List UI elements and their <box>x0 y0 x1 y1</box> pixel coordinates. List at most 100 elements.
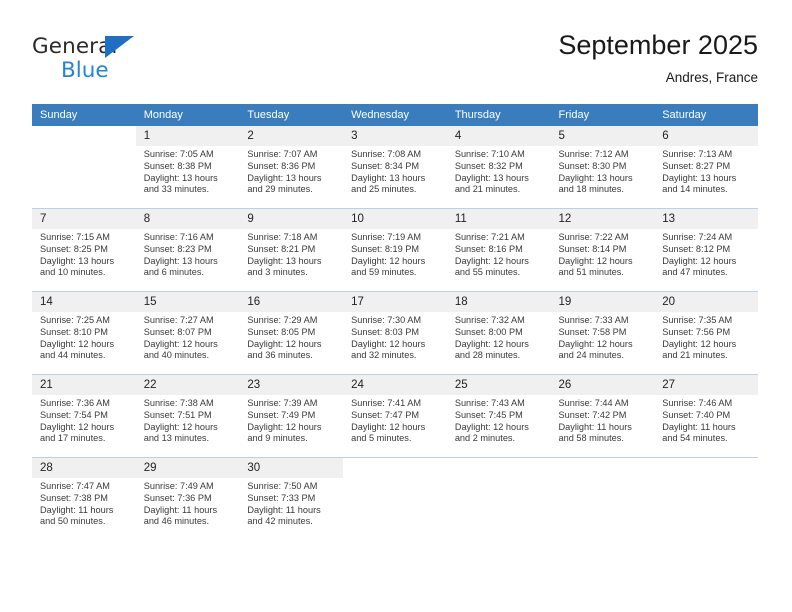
calendar-day-cell[interactable]: 12 Sunrise: 7:22 AM Sunset: 8:14 PM Dayligh… <box>550 208 655 292</box>
sunset-text: Sunset: 7:38 PM <box>40 492 108 503</box>
day-number: 19 <box>550 292 655 312</box>
calendar-day-cell[interactable]: 1 Sunrise: 7:05 AM Sunset: 8:38 PM Daylight… <box>135 126 240 209</box>
day-number: 28 <box>32 458 136 478</box>
daylight-text-line1: Daylight: 12 hours <box>40 421 115 432</box>
calendar-day-cell[interactable]: 3 Sunrise: 7:08 AM Sunset: 8:34 PM Daylight… <box>343 126 447 209</box>
day-cell-inner: 2 Sunrise: 7:07 AM Sunset: 8:36 PM Daylight… <box>239 126 344 208</box>
daylight-text-line2: and 47 minutes. <box>662 267 728 278</box>
daylight-text-line2: and 5 minutes. <box>351 433 412 444</box>
sunrise-text: Sunrise: 7:32 AM <box>454 315 525 325</box>
sunset-text: Sunset: 8:16 PM <box>454 243 523 254</box>
sunset-text: Sunset: 7:58 PM <box>558 326 627 337</box>
day-cell-inner: 17 Sunrise: 7:30 AM Sunset: 8:03 PM Dayligh… <box>343 292 447 374</box>
weekday-header-monday: Monday <box>135 104 240 126</box>
day-cell-inner: 28 Sunrise: 7:47 AM Sunset: 7:38 PM Dayligh… <box>32 458 136 540</box>
calendar-day-cell[interactable]: 14 Sunrise: 7:25 AM Sunset: 8:10 PM Dayligh… <box>32 291 136 375</box>
calendar-day-cell[interactable]: 9 Sunrise: 7:18 AM Sunset: 8:21 PM Daylight… <box>239 208 344 292</box>
calendar-day-cell[interactable]: 8 Sunrise: 7:16 AM Sunset: 8:23 PM Daylight… <box>135 208 240 292</box>
daylight-text-line2: and 13 minutes. <box>143 433 210 444</box>
day-number <box>550 458 655 478</box>
sunrise-text: Sunrise: 7:12 AM <box>558 149 629 159</box>
sunset-text: Sunset: 7:42 PM <box>558 409 627 420</box>
day-cell-inner: 7 Sunrise: 7:15 AM Sunset: 8:25 PM Daylight… <box>32 209 136 291</box>
calendar-day-cell[interactable]: 11 Sunrise: 7:21 AM Sunset: 8:16 PM Dayligh… <box>446 208 551 292</box>
daylight-text-line2: and 25 minutes. <box>351 184 417 195</box>
daylight-text-line1: Daylight: 13 hours <box>247 172 322 183</box>
calendar-day-cell[interactable]: 7 Sunrise: 7:15 AM Sunset: 8:25 PM Daylight… <box>32 208 136 292</box>
calendar-day-cell[interactable]: 15 Sunrise: 7:27 AM Sunset: 8:07 PM Dayligh… <box>135 291 240 375</box>
calendar-day-cell[interactable]: 4 Sunrise: 7:10 AM Sunset: 8:32 PM Daylight… <box>446 126 551 209</box>
daylight-text-line2: and 21 minutes. <box>454 184 521 195</box>
calendar-day-cell[interactable]: 21 Sunrise: 7:36 AM Sunset: 7:54 PM Dayligh… <box>32 374 136 458</box>
calendar-day-cell[interactable]: 16 Sunrise: 7:29 AM Sunset: 8:05 PM Dayligh… <box>239 291 344 375</box>
sunrise-text: Sunrise: 7:50 AM <box>247 481 318 491</box>
calendar-day-cell[interactable]: 28 Sunrise: 7:47 AM Sunset: 7:38 PM Dayligh… <box>32 457 136 540</box>
calendar-day-cell[interactable]: 10 Sunrise: 7:19 AM Sunset: 8:19 PM Dayligh… <box>343 208 447 292</box>
calendar-day-cell[interactable]: 30 Sunrise: 7:50 AM Sunset: 7:33 PM Dayligh… <box>239 457 344 540</box>
calendar-day-cell[interactable]: 23 Sunrise: 7:39 AM Sunset: 7:49 PM Dayligh… <box>239 374 344 458</box>
sunrise-text: Sunrise: 7:43 AM <box>454 398 525 408</box>
day-details: Sunrise: 7:19 AM Sunset: 8:19 PM Daylight:… <box>343 229 447 279</box>
calendar-cell-empty <box>550 457 655 540</box>
sunrise-text: Sunrise: 7:13 AM <box>662 149 733 159</box>
daylight-text-line2: and 9 minutes. <box>247 433 308 444</box>
day-cell-inner: 11 Sunrise: 7:21 AM Sunset: 8:16 PM Dayligh… <box>446 209 551 291</box>
day-details: Sunrise: 7:46 AM Sunset: 7:40 PM Daylight:… <box>654 395 758 445</box>
day-details: Sunrise: 7:15 AM Sunset: 8:25 PM Daylight:… <box>32 229 136 279</box>
calendar-page: General Blue September 2025 Andres, Fran… <box>0 0 792 612</box>
generalblue-logo[interactable]: General Blue <box>32 34 232 90</box>
sunset-text: Sunset: 7:33 PM <box>247 492 316 503</box>
sunset-text: Sunset: 7:47 PM <box>351 409 420 420</box>
calendar-day-cell[interactable]: 6 Sunrise: 7:13 AM Sunset: 8:27 PM Daylight… <box>654 126 758 209</box>
sunset-text: Sunset: 8:03 PM <box>351 326 420 337</box>
day-details: Sunrise: 7:29 AM Sunset: 8:05 PM Daylight:… <box>239 312 343 362</box>
calendar-day-cell[interactable]: 18 Sunrise: 7:32 AM Sunset: 8:00 PM Dayligh… <box>446 291 551 375</box>
day-number: 15 <box>135 292 240 312</box>
sunrise-text: Sunrise: 7:10 AM <box>454 149 525 159</box>
calendar-day-cell[interactable]: 17 Sunrise: 7:30 AM Sunset: 8:03 PM Dayligh… <box>343 291 447 375</box>
daylight-text-line2: and 29 minutes. <box>247 184 313 195</box>
sunset-text: Sunset: 8:34 PM <box>351 160 420 171</box>
daylight-text-line2: and 6 minutes. <box>143 267 204 278</box>
calendar-cell-empty <box>343 457 447 540</box>
calendar-day-cell[interactable]: 25 Sunrise: 7:43 AM Sunset: 7:45 PM Dayligh… <box>446 374 551 458</box>
sunrise-text: Sunrise: 7:36 AM <box>40 398 110 408</box>
daylight-text-line2: and 2 minutes. <box>454 433 516 444</box>
calendar-day-cell[interactable]: 5 Sunrise: 7:12 AM Sunset: 8:30 PM Daylight… <box>550 126 655 209</box>
calendar-day-cell[interactable]: 26 Sunrise: 7:44 AM Sunset: 7:42 PM Dayligh… <box>550 374 655 458</box>
day-details: Sunrise: 7:30 AM Sunset: 8:03 PM Daylight:… <box>343 312 447 362</box>
sunrise-text: Sunrise: 7:22 AM <box>558 232 629 242</box>
daylight-text-line2: and 54 minutes. <box>662 433 728 444</box>
calendar-day-cell[interactable]: 24 Sunrise: 7:41 AM Sunset: 7:47 PM Dayligh… <box>343 374 447 458</box>
calendar-day-cell[interactable]: 20 Sunrise: 7:35 AM Sunset: 7:56 PM Dayligh… <box>654 291 758 375</box>
daylight-text-line1: Daylight: 13 hours <box>143 172 218 183</box>
sunrise-text: Sunrise: 7:08 AM <box>351 149 422 159</box>
daylight-text-line2: and 55 minutes. <box>454 267 521 278</box>
daylight-text-line1: Daylight: 12 hours <box>454 421 529 432</box>
calendar-day-cell[interactable]: 19 Sunrise: 7:33 AM Sunset: 7:58 PM Dayligh… <box>550 291 655 375</box>
sunset-text: Sunset: 8:25 PM <box>40 243 108 254</box>
sunrise-text: Sunrise: 7:39 AM <box>247 398 318 408</box>
daylight-text-line2: and 32 minutes. <box>351 350 417 361</box>
sunrise-text: Sunrise: 7:27 AM <box>143 315 214 325</box>
calendar-day-cell[interactable]: 13 Sunrise: 7:24 AM Sunset: 8:12 PM Dayligh… <box>654 208 758 292</box>
day-details: Sunrise: 7:12 AM Sunset: 8:30 PM Daylight:… <box>551 146 655 196</box>
calendar-body: 1 Sunrise: 7:05 AM Sunset: 8:38 PM Daylight… <box>32 126 758 540</box>
calendar-day-cell[interactable]: 2 Sunrise: 7:07 AM Sunset: 8:36 PM Daylight… <box>239 126 344 209</box>
calendar-week-row: 7 Sunrise: 7:15 AM Sunset: 8:25 PM Daylight… <box>32 208 758 292</box>
daylight-text-line1: Daylight: 12 hours <box>351 338 426 349</box>
day-details: Sunrise: 7:47 AM Sunset: 7:38 PM Daylight:… <box>32 478 136 528</box>
day-cell-inner: 29 Sunrise: 7:49 AM Sunset: 7:36 PM Dayligh… <box>135 458 240 540</box>
calendar-day-cell[interactable]: 27 Sunrise: 7:46 AM Sunset: 7:40 PM Dayligh… <box>654 374 758 458</box>
day-cell-inner: 24 Sunrise: 7:41 AM Sunset: 7:47 PM Dayligh… <box>343 375 447 457</box>
calendar-day-cell[interactable]: 29 Sunrise: 7:49 AM Sunset: 7:36 PM Dayligh… <box>135 457 240 540</box>
day-cell-inner: 14 Sunrise: 7:25 AM Sunset: 8:10 PM Dayligh… <box>32 292 136 374</box>
sunset-text: Sunset: 8:12 PM <box>662 243 731 254</box>
calendar-day-cell[interactable]: 22 Sunrise: 7:38 AM Sunset: 7:51 PM Dayligh… <box>135 374 240 458</box>
day-number: 8 <box>135 209 240 229</box>
daylight-text-line1: Daylight: 12 hours <box>662 255 737 266</box>
day-number: 16 <box>239 292 344 312</box>
sunset-text: Sunset: 7:49 PM <box>247 409 316 420</box>
daylight-text-line1: Daylight: 12 hours <box>558 338 633 349</box>
day-cell-inner: 1 Sunrise: 7:05 AM Sunset: 8:38 PM Daylight… <box>135 126 240 208</box>
